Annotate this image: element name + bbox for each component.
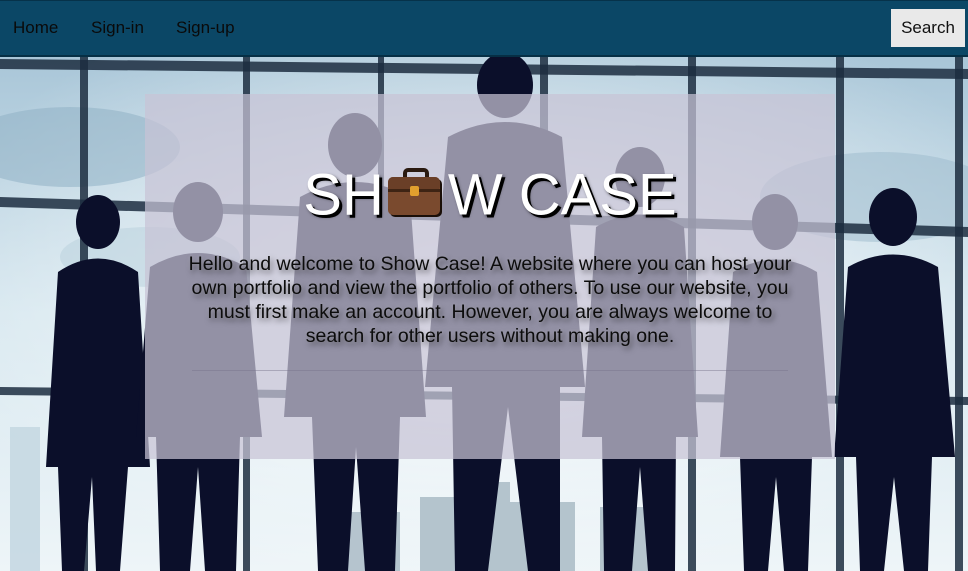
intro-text: Hello and welcome to Show Case! A websit…: [188, 253, 792, 347]
nav-signup-link[interactable]: Sign-up: [176, 18, 235, 38]
site-title: SH W CASE: [145, 160, 835, 228]
briefcase-icon: [387, 167, 442, 217]
search-button[interactable]: Search: [891, 9, 965, 47]
title-right: W CASE: [447, 162, 677, 228]
navbar: Home Sign-in Sign-up Search: [0, 0, 968, 57]
title-left: SH: [303, 162, 384, 228]
hero-card: SH W CASE Hello and welcome to Show Case…: [145, 94, 835, 459]
page: Home Sign-in Sign-up Search SH W CASE He…: [0, 0, 968, 571]
nav-signin-link[interactable]: Sign-in: [91, 18, 144, 38]
nav-home-link[interactable]: Home: [13, 18, 58, 38]
divider: [192, 370, 788, 371]
